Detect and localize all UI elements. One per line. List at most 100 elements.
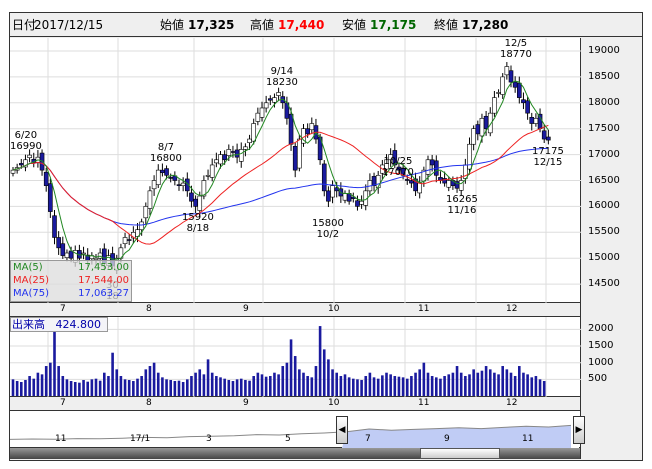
volume-bar bbox=[389, 374, 392, 396]
annotation-12-5: 12/5 18770 bbox=[500, 38, 532, 60]
volume-tick-label: 1000 bbox=[588, 356, 614, 368]
volume-bar bbox=[447, 374, 451, 396]
candle-body bbox=[168, 177, 173, 179]
volume-tick-label: 2000 bbox=[588, 323, 614, 335]
candle-body bbox=[230, 151, 236, 153]
volume-bar bbox=[94, 378, 98, 396]
volume-bar bbox=[206, 359, 210, 396]
candle-body bbox=[209, 164, 215, 178]
month-tick: 7 bbox=[60, 304, 66, 314]
candle-body bbox=[359, 200, 364, 205]
volume-bar bbox=[451, 372, 455, 396]
volume-bar bbox=[538, 379, 542, 396]
volume-bar bbox=[256, 372, 260, 396]
volume-bar bbox=[15, 381, 19, 396]
month-tick: 8 bbox=[146, 398, 152, 408]
candle-body bbox=[197, 195, 203, 211]
volume-bar bbox=[513, 376, 517, 396]
volume-bar bbox=[289, 339, 293, 396]
volume-bar bbox=[11, 379, 15, 396]
nav-tick: 3 bbox=[206, 434, 212, 444]
volume-bar bbox=[443, 376, 446, 396]
date-label: 日付 bbox=[12, 18, 37, 32]
month-tick: 11 bbox=[418, 398, 430, 408]
scrollbar-thumb[interactable] bbox=[420, 448, 500, 459]
month-tick: 11 bbox=[418, 304, 430, 314]
open-label: 始値 bbox=[160, 18, 185, 32]
volume-bar bbox=[455, 366, 459, 396]
price-panel[interactable]: 6/20 16990 8/7 16800 15920 8/18 9/14 18230 1… bbox=[10, 38, 581, 303]
range-handle-left[interactable]: ◀ bbox=[336, 416, 348, 444]
candle-body bbox=[60, 243, 66, 256]
volume-bar bbox=[335, 372, 338, 396]
candle-body bbox=[234, 149, 240, 158]
candle-body bbox=[546, 136, 551, 141]
volume-bar bbox=[82, 380, 85, 396]
volume-bar bbox=[472, 369, 475, 396]
volume-bar bbox=[542, 381, 546, 396]
candle-body bbox=[68, 250, 74, 259]
candle-body bbox=[525, 100, 530, 114]
candle-body bbox=[272, 97, 277, 103]
volume-bar bbox=[177, 380, 181, 396]
volume-bar bbox=[331, 369, 334, 396]
volume-bar bbox=[115, 369, 119, 396]
volume-bar bbox=[65, 379, 69, 396]
volume-tick-label: 500 bbox=[588, 373, 608, 385]
range-handle-right[interactable]: ▶ bbox=[573, 416, 585, 444]
volume-bar bbox=[61, 376, 65, 396]
volume-bar bbox=[518, 366, 521, 396]
volume-bar bbox=[493, 372, 496, 396]
close-value: 17,280 bbox=[462, 18, 509, 32]
volume-bar bbox=[372, 377, 376, 396]
volume-panel[interactable]: 出来高 424.800 bbox=[10, 317, 581, 397]
candle-body bbox=[151, 180, 157, 190]
navigator-plot bbox=[10, 411, 579, 448]
annotation-12-15: 17175 12/15 bbox=[532, 146, 564, 168]
volume-bar bbox=[310, 377, 314, 396]
ma25-value: 17,544.00 bbox=[78, 275, 129, 286]
candle-body bbox=[193, 198, 198, 207]
candle-body bbox=[512, 81, 518, 88]
volume-bar bbox=[40, 374, 44, 396]
candle-body bbox=[64, 252, 70, 258]
month-tick: 9 bbox=[243, 304, 249, 314]
volume-bar bbox=[165, 379, 168, 396]
volume-bar bbox=[464, 376, 467, 396]
volume-bar bbox=[509, 372, 513, 396]
ma5-value: 17,453.00 bbox=[78, 262, 129, 273]
volume-bar bbox=[78, 382, 81, 396]
volume-bar bbox=[252, 376, 255, 396]
y-tick-label: 16000 bbox=[588, 200, 620, 212]
volume-bar bbox=[231, 381, 235, 396]
candle-body bbox=[126, 239, 132, 241]
volume-bar bbox=[381, 375, 384, 396]
candle-body bbox=[27, 154, 32, 159]
candle-body bbox=[222, 154, 227, 161]
volume-bar bbox=[327, 359, 330, 396]
volume-bar bbox=[156, 372, 160, 396]
candle-body bbox=[276, 92, 281, 96]
candle-body bbox=[479, 118, 485, 137]
annotation-8-7: 8/7 16800 bbox=[150, 142, 182, 164]
navigator[interactable]: 11 17/1 3 5 7 9 11 ◀ ▶ bbox=[10, 411, 585, 448]
month-tick: 10 bbox=[328, 398, 340, 408]
candle-body bbox=[180, 182, 186, 186]
volume-bar bbox=[488, 369, 492, 396]
volume-bar bbox=[239, 378, 243, 396]
volume-bar bbox=[198, 369, 202, 396]
volume-bar bbox=[161, 377, 164, 396]
volume-bar bbox=[264, 376, 268, 396]
candle-body bbox=[429, 159, 435, 166]
ma25-line bbox=[12, 124, 549, 245]
nav-tick: 11 bbox=[522, 434, 534, 444]
candle-body bbox=[483, 115, 489, 129]
candle-body bbox=[404, 179, 410, 181]
volume-bar bbox=[356, 379, 359, 396]
volume-bar bbox=[480, 370, 484, 396]
scrollbar-track[interactable] bbox=[10, 448, 581, 459]
candle-body bbox=[533, 118, 539, 124]
candle-body bbox=[43, 171, 49, 186]
volume-bar bbox=[123, 379, 127, 396]
volume-bar bbox=[53, 329, 56, 396]
